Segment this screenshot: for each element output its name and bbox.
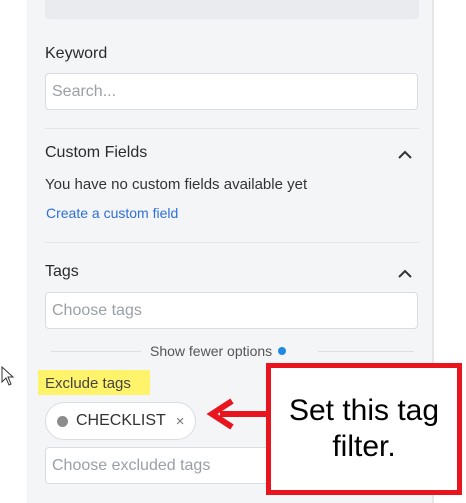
custom-fields-title: Custom Fields [45, 144, 148, 161]
close-icon[interactable]: × [176, 413, 185, 430]
divider [318, 351, 414, 352]
divider [45, 242, 419, 243]
annotation-line-1: Set this tag [288, 394, 440, 427]
show-fewer-label: Show fewer options [150, 343, 273, 359]
divider [51, 351, 141, 352]
keyword-placeholder: Search... [52, 82, 117, 100]
annotation-callout: Set this tag filter. [266, 363, 462, 495]
tags-select[interactable]: Choose tags [45, 292, 418, 329]
excluded-tags-select[interactable]: Choose excluded tags [45, 447, 275, 484]
excluded-tags-placeholder: Choose excluded tags [52, 456, 211, 474]
create-custom-field-link[interactable]: Create a custom field [46, 205, 178, 221]
annotation-line-2: filter. [332, 430, 396, 463]
mouse-pointer-icon [1, 366, 15, 386]
tags-placeholder: Choose tags [52, 301, 142, 319]
indicator-dot [278, 347, 287, 355]
divider [45, 128, 419, 129]
custom-fields-empty-text: You have no custom fields available yet [45, 176, 308, 193]
top-field[interactable] [45, 0, 419, 19]
keyword-label: Keyword [45, 45, 108, 62]
exclude-tags-label: Exclude tags [45, 375, 131, 392]
chevron-up-icon[interactable] [395, 263, 415, 283]
show-fewer-options-toggle[interactable]: Show fewer options [150, 343, 287, 359]
tag-chip-label: CHECKLIST [76, 412, 166, 429]
keyword-search-input[interactable]: Search... [45, 73, 418, 110]
arrow-left-icon [206, 398, 270, 430]
tag-chip-checklist[interactable]: CHECKLIST × [45, 402, 196, 440]
tag-color-dot [57, 415, 68, 427]
chevron-up-icon[interactable] [395, 144, 415, 164]
tags-label: Tags [45, 263, 79, 280]
